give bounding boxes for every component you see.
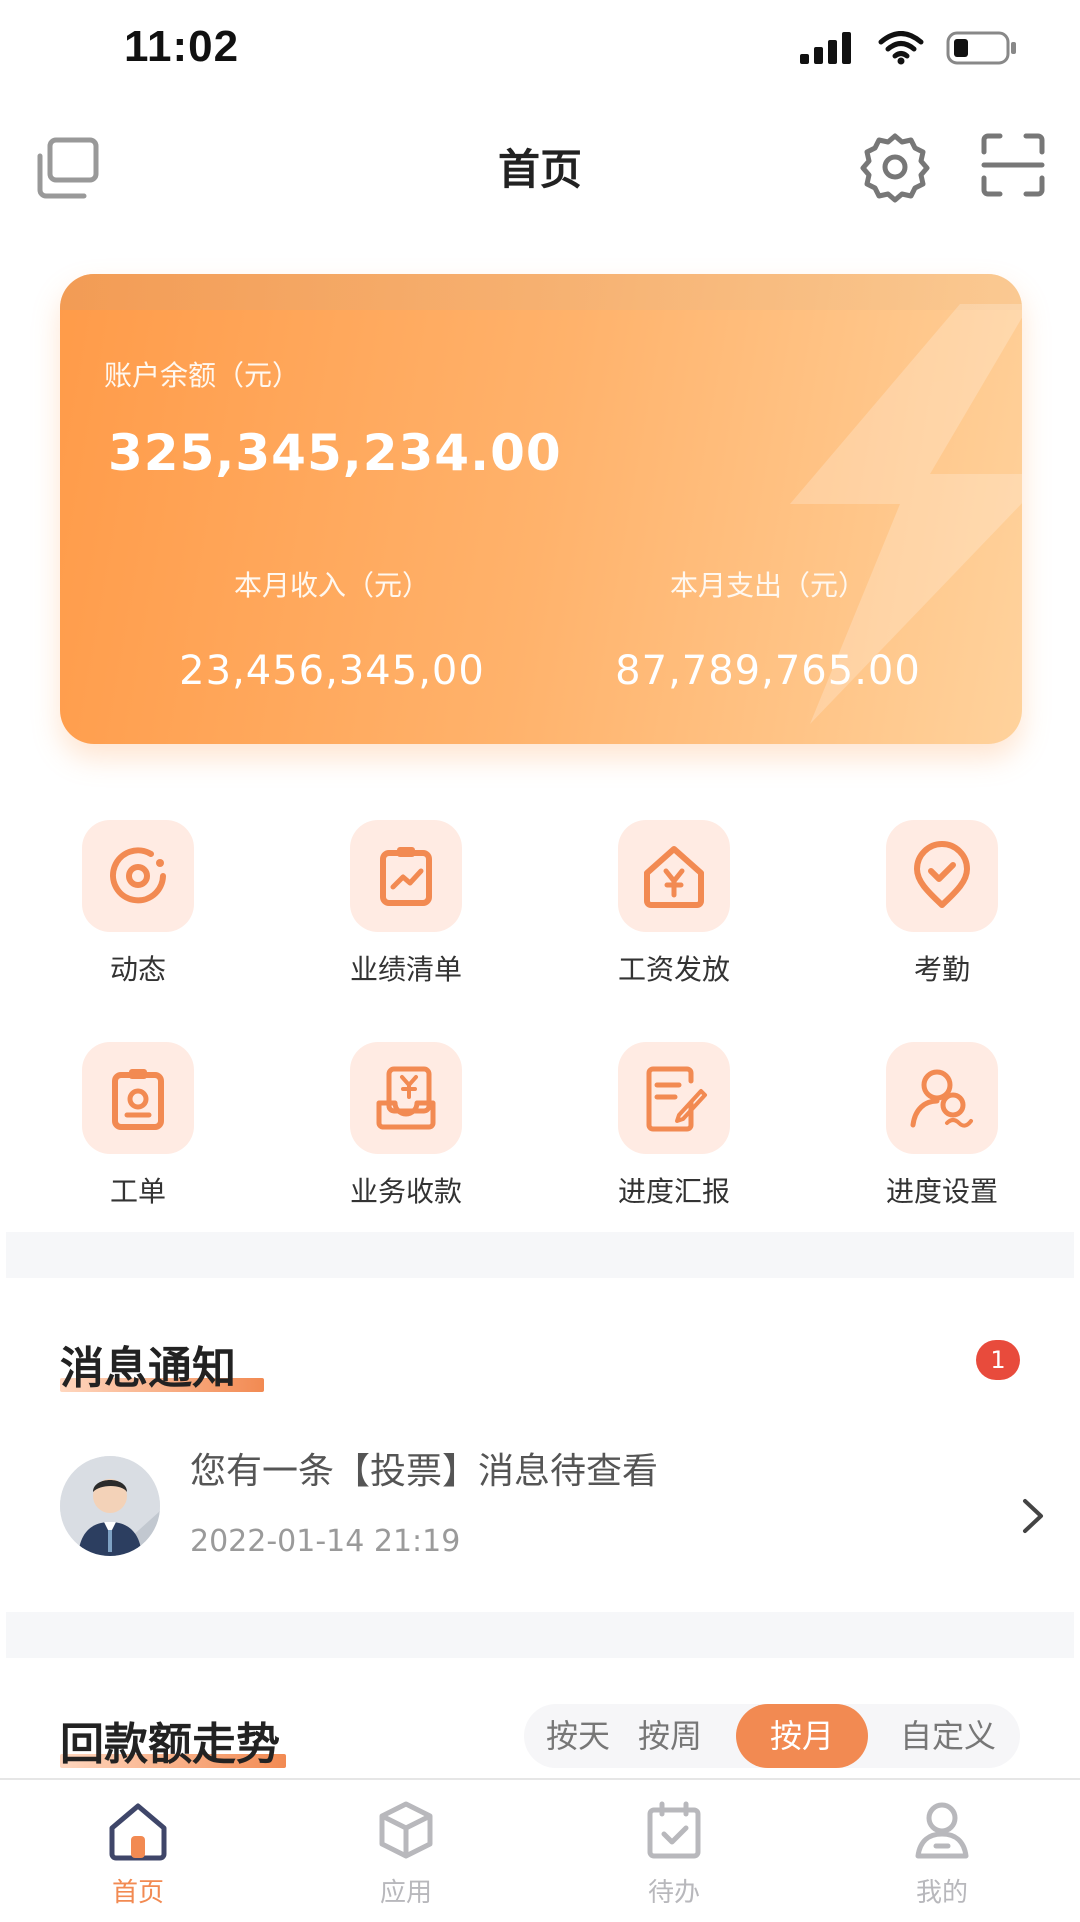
tab-label: 首页 <box>111 1878 164 1908</box>
tab-home[interactable]: 首页 <box>58 1798 218 1909</box>
grid-icon-box <box>886 820 998 932</box>
trend-period-selector: 按天 按周 按月 自定义 <box>524 1704 1020 1768</box>
salary-icon <box>644 846 704 908</box>
progress-report-icon <box>646 1066 707 1132</box>
status-time: 11:02 <box>124 22 240 71</box>
chevron-right-icon[interactable] <box>1020 1496 1046 1536</box>
grid-item-performance[interactable]: 业绩清单 <box>306 820 506 988</box>
performance-list-icon <box>380 847 432 906</box>
gear-icon[interactable] <box>858 130 932 204</box>
message-item[interactable]: 您有一条【投票】消息待查看 2022-01-14 21:19 <box>0 1440 1080 1600</box>
tab-label: 待办 <box>647 1878 700 1908</box>
app-header: 首页 <box>0 96 1080 236</box>
period-option-month[interactable]: 按月 <box>736 1704 868 1768</box>
section-divider <box>6 1232 1074 1278</box>
grid-item-progress-report[interactable]: 进度汇报 <box>574 1042 774 1210</box>
grid-icon-box <box>350 1042 462 1154</box>
period-option-day[interactable]: 按天 <box>536 1704 620 1768</box>
balance-card[interactable]: 账户余额（元） 325,345,234.00 本月收入（元） 23,456,34… <box>60 274 1022 744</box>
progress-settings-icon <box>910 1069 973 1128</box>
grid-label: 考勤 <box>913 953 970 986</box>
tab-mine[interactable]: 我的 <box>862 1798 1022 1909</box>
cube-icon <box>379 1801 433 1859</box>
balance-value: 325,345,234.00 <box>108 424 562 482</box>
grid-label: 进度设置 <box>885 1175 998 1208</box>
calendar-check-icon <box>647 1801 701 1859</box>
work-order-icon <box>112 1069 164 1130</box>
grid-icon-box <box>82 820 194 932</box>
status-icons <box>800 30 1018 66</box>
user-avatar-icon <box>60 1456 160 1556</box>
grid-item-progress-settings[interactable]: 进度设置 <box>842 1042 1042 1210</box>
attendance-icon <box>914 841 970 908</box>
home-icon <box>109 1803 167 1861</box>
grid-icon-box <box>618 820 730 932</box>
grid-label: 工单 <box>109 1175 166 1208</box>
grid-item-business-payment[interactable]: 业务收款 <box>306 1042 506 1210</box>
income-column: 本月收入（元） 23,456,345,00 <box>152 564 512 694</box>
trend-title: 回款额走势 <box>60 1719 280 1770</box>
status-bar: 11:02 <box>0 0 1080 96</box>
unread-badge: 1 <box>976 1340 1020 1380</box>
grid-icon-box <box>350 820 462 932</box>
expense-value: 87,789,765.00 <box>615 648 921 694</box>
grid-label: 进度汇报 <box>617 1175 730 1208</box>
messages-title: 消息通知 <box>60 1343 236 1394</box>
scan-icon[interactable] <box>980 132 1046 198</box>
period-option-week[interactable]: 按周 <box>628 1704 712 1768</box>
message-time: 2022-01-14 21:19 <box>190 1524 461 1559</box>
user-icon <box>915 1802 969 1859</box>
grid-label: 业绩清单 <box>349 953 462 986</box>
grid-label: 动态 <box>109 953 166 986</box>
grid-item-dynamic[interactable]: 动态 <box>38 820 238 988</box>
grid-icon-box <box>886 1042 998 1154</box>
grid-item-salary[interactable]: 工资发放 <box>574 820 774 988</box>
grid-item-work-order[interactable]: 工单 <box>38 1042 238 1210</box>
tab-label: 我的 <box>915 1878 968 1908</box>
section-divider <box>6 1612 1074 1658</box>
tab-label: 应用 <box>379 1878 432 1908</box>
bottom-tab-bar: 首页 应用 待办 我的 <box>0 1778 1080 1922</box>
grid-label: 业务收款 <box>349 1175 462 1208</box>
grid-icon-box <box>82 1042 194 1154</box>
expense-column: 本月支出（元） 87,789,765.00 <box>588 564 948 694</box>
grid-item-attendance[interactable]: 考勤 <box>842 820 1042 988</box>
grid-label: 工资发放 <box>617 953 730 986</box>
grid-icon-box <box>618 1042 730 1154</box>
balance-label: 账户余额（元） <box>104 359 301 392</box>
expense-label: 本月支出（元） <box>669 569 866 602</box>
message-text: 您有一条【投票】消息待查看 <box>190 1451 659 1492</box>
income-value: 23,456,345,00 <box>179 648 485 694</box>
income-label: 本月收入（元） <box>233 569 430 602</box>
tab-apps[interactable]: 应用 <box>326 1798 486 1909</box>
tab-todo[interactable]: 待办 <box>594 1798 754 1909</box>
signal-icon <box>800 32 851 64</box>
avatar <box>60 1456 160 1556</box>
wifi-icon <box>878 31 924 65</box>
battery-icon <box>946 31 1016 65</box>
period-option-custom[interactable]: 自定义 <box>884 1704 1012 1768</box>
business-payment-icon <box>376 1066 436 1130</box>
dynamic-icon <box>110 847 166 904</box>
